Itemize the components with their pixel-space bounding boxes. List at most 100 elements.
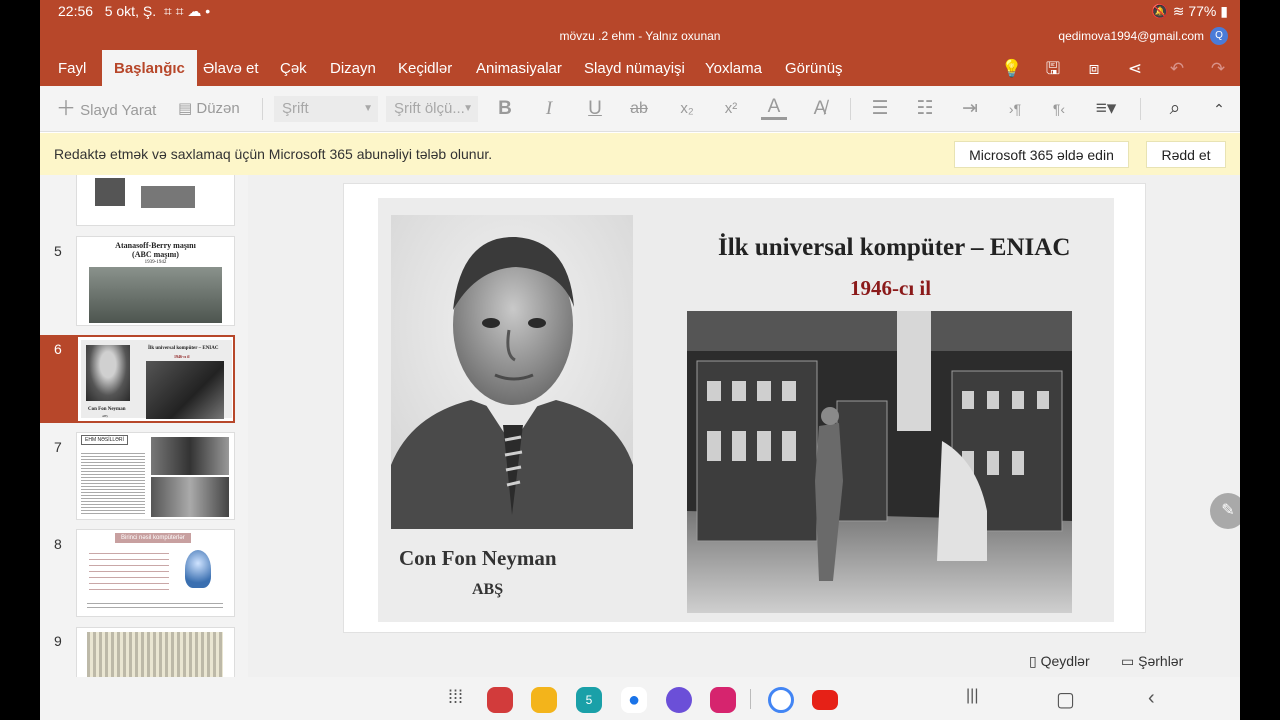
slide-subtitle[interactable]: 1946-cı il <box>850 276 931 301</box>
tab-review[interactable]: Yoxlama <box>693 50 774 86</box>
strikethrough-button[interactable]: ab <box>626 96 652 122</box>
tab-animations[interactable]: Animasiyalar <box>464 50 574 86</box>
italic-button[interactable]: I <box>536 96 562 122</box>
computer-image <box>151 477 229 517</box>
indent-icon[interactable]: ⇥ <box>957 96 983 122</box>
new-slide-button[interactable]: ＋ Slayd Yarat <box>56 96 156 122</box>
punch-card-image <box>87 632 223 677</box>
slide-editor[interactable]: İlk universal kompüter – ENIAC 1946-cı i… <box>248 175 1240 677</box>
font-color-button[interactable]: A <box>761 96 787 120</box>
superscript-button[interactable]: x² <box>718 96 744 122</box>
share-icon[interactable]: ⋖ <box>1124 58 1146 80</box>
font-size-select[interactable]: Şrift ölçü... ▼ <box>386 96 478 122</box>
undo-icon[interactable]: ↶ <box>1166 58 1188 80</box>
thumb-caption-2: ABŞ <box>102 414 108 418</box>
font-size-value: Şrift ölçü... <box>394 100 465 117</box>
slide-thumbnail[interactable]: Birinci nəsil kompüterlər <box>76 529 235 617</box>
numbering-icon[interactable]: ☷ <box>912 96 938 122</box>
slide-number: 7 <box>54 439 62 455</box>
comments-label: Şərhlər <box>1138 653 1184 669</box>
avatar[interactable]: Q <box>1210 27 1228 45</box>
abc-machine-image <box>89 267 222 323</box>
thumb-subtitle: 1946-cı il <box>174 354 190 359</box>
thumb-title: Atanasoff-Berry maşını <box>115 241 196 250</box>
collapse-ribbon-icon[interactable]: ⌃ <box>1206 96 1232 122</box>
person-name[interactable]: Con Fon Neyman <box>399 546 557 571</box>
thumb-title: EHM NƏSİLLƏRİ <box>81 435 128 445</box>
ltr-icon[interactable]: ›¶ <box>1002 96 1028 122</box>
screenshot-icon: ⌗ ⌗ <box>163 3 184 19</box>
app-drawer-icon[interactable]: ⁞⁞⁞ <box>448 687 463 708</box>
get-microsoft-365-button[interactable]: Microsoft 365 əldə edin <box>954 141 1129 168</box>
dismiss-button[interactable]: Rədd et <box>1146 141 1226 168</box>
notes-icon: ▯ <box>1029 653 1037 669</box>
search-icon[interactable]: ⌕ <box>1162 96 1188 122</box>
rtl-icon[interactable]: ¶‹ <box>1046 96 1072 122</box>
slide-thumbnail[interactable]: EHM NƏSİLLƏRİ <box>76 432 235 520</box>
tab-file[interactable]: Fayl <box>46 50 98 86</box>
bold-button[interactable]: B <box>492 96 518 122</box>
vacuum-tube-image <box>185 550 211 588</box>
current-slide[interactable]: İlk universal kompüter – ENIAC 1946-cı i… <box>378 198 1114 622</box>
font-select-value: Şrift <box>282 100 309 117</box>
slide-thumbnail[interactable]: Atanasoff-Berry maşını (ABC maşını) 1939… <box>76 236 235 326</box>
tab-slideshow[interactable]: Slayd nümayişi <box>572 50 697 86</box>
slide-number: 5 <box>54 243 62 259</box>
tab-transitions[interactable]: Keçidlər <box>386 50 464 86</box>
files-app-icon[interactable] <box>531 687 557 713</box>
layout-button[interactable]: ▤ Düzən <box>178 96 240 122</box>
subscription-message: Redaktə etmək və saxlamaq üçün Microsoft… <box>54 146 493 162</box>
slide-canvas[interactable]: İlk universal kompüter – ENIAC 1946-cı i… <box>343 183 1146 633</box>
chevron-down-icon: ▼ <box>363 103 373 114</box>
paragraph-options-icon[interactable]: ≡▾ <box>1093 96 1119 122</box>
redo-icon[interactable]: ↷ <box>1207 58 1229 80</box>
tab-design[interactable]: Dizayn <box>318 50 388 86</box>
present-icon[interactable]: ⧈ <box>1083 58 1105 80</box>
thumb-years: 1939-1942 <box>144 260 167 265</box>
system-nav-bar: ⁞⁞⁞ 5 ● ||| ▢ ‹ <box>40 677 1240 720</box>
bullets-icon[interactable]: ☰ <box>867 96 893 122</box>
notes-label: Qeydlər <box>1040 653 1090 669</box>
save-icon[interactable]: 🖫 <box>1042 58 1064 80</box>
subscript-button[interactable]: x₂ <box>674 96 700 122</box>
tab-home[interactable]: Başlanğıc <box>102 50 197 86</box>
slide-number: 6 <box>54 341 62 357</box>
comment-icon: ▭ <box>1121 653 1135 669</box>
notes-button[interactable]: ▯ Qeydlər <box>1029 653 1090 670</box>
tab-draw[interactable]: Çək <box>268 50 319 86</box>
layout-icon: ▤ <box>178 100 193 117</box>
google-app-icon[interactable] <box>768 687 794 713</box>
slide-thumbnails-panel[interactable]: 5 Atanasoff-Berry maşını (ABC maşını) 19… <box>40 175 248 677</box>
layout-label: Düzən <box>196 100 240 117</box>
title-bar: mövzu .2 ehm - Yalnız oxunan qedimova199… <box>40 24 1240 50</box>
edit-pencil-button[interactable]: ✎ <box>1210 493 1240 529</box>
portrait-photo <box>391 215 633 529</box>
account-email[interactable]: qedimova1994@gmail.com <box>1058 29 1204 43</box>
clear-format-icon[interactable]: A̸ <box>807 96 833 122</box>
lightbulb-icon[interactable]: 💡 <box>1001 58 1023 80</box>
slide-number: 9 <box>54 633 62 649</box>
internet-app-icon[interactable] <box>666 687 692 713</box>
thumb-text-block <box>81 451 145 515</box>
messages-app-icon[interactable]: ● <box>621 687 647 713</box>
back-icon[interactable]: ‹ <box>1148 687 1155 710</box>
slide-thumbnail[interactable] <box>76 175 235 226</box>
thumb-title: Birinci nəsil kompüterlər <box>115 533 191 543</box>
calendar-app-icon[interactable]: 5 <box>576 687 602 713</box>
camera-app-icon[interactable] <box>710 687 736 713</box>
country-label[interactable]: ABŞ <box>472 581 503 599</box>
slide-thumbnail[interactable] <box>76 627 235 677</box>
tab-insert[interactable]: Əlavə et <box>191 50 270 86</box>
slide-thumbnail-selected[interactable]: İlk universal kompüter – ENIAC 1946-cı i… <box>76 335 235 423</box>
battery-icon: ▮ <box>1220 3 1228 19</box>
ribbon-tabs: Fayl Başlanğıc Əlavə et Çək Dizayn Keçid… <box>40 50 1240 86</box>
office-app-icon[interactable] <box>487 687 513 713</box>
font-select[interactable]: Şrift ▼ <box>274 96 378 122</box>
slide-title[interactable]: İlk universal kompüter – ENIAC <box>718 234 1070 262</box>
tab-view[interactable]: Görünüş <box>773 50 855 86</box>
underline-button[interactable]: U <box>582 96 608 122</box>
home-icon[interactable]: ▢ <box>1056 687 1075 712</box>
recent-apps-icon[interactable]: ||| <box>966 687 978 705</box>
comments-button[interactable]: ▭ Şərhlər <box>1121 653 1183 670</box>
youtube-app-icon[interactable] <box>812 690 838 710</box>
